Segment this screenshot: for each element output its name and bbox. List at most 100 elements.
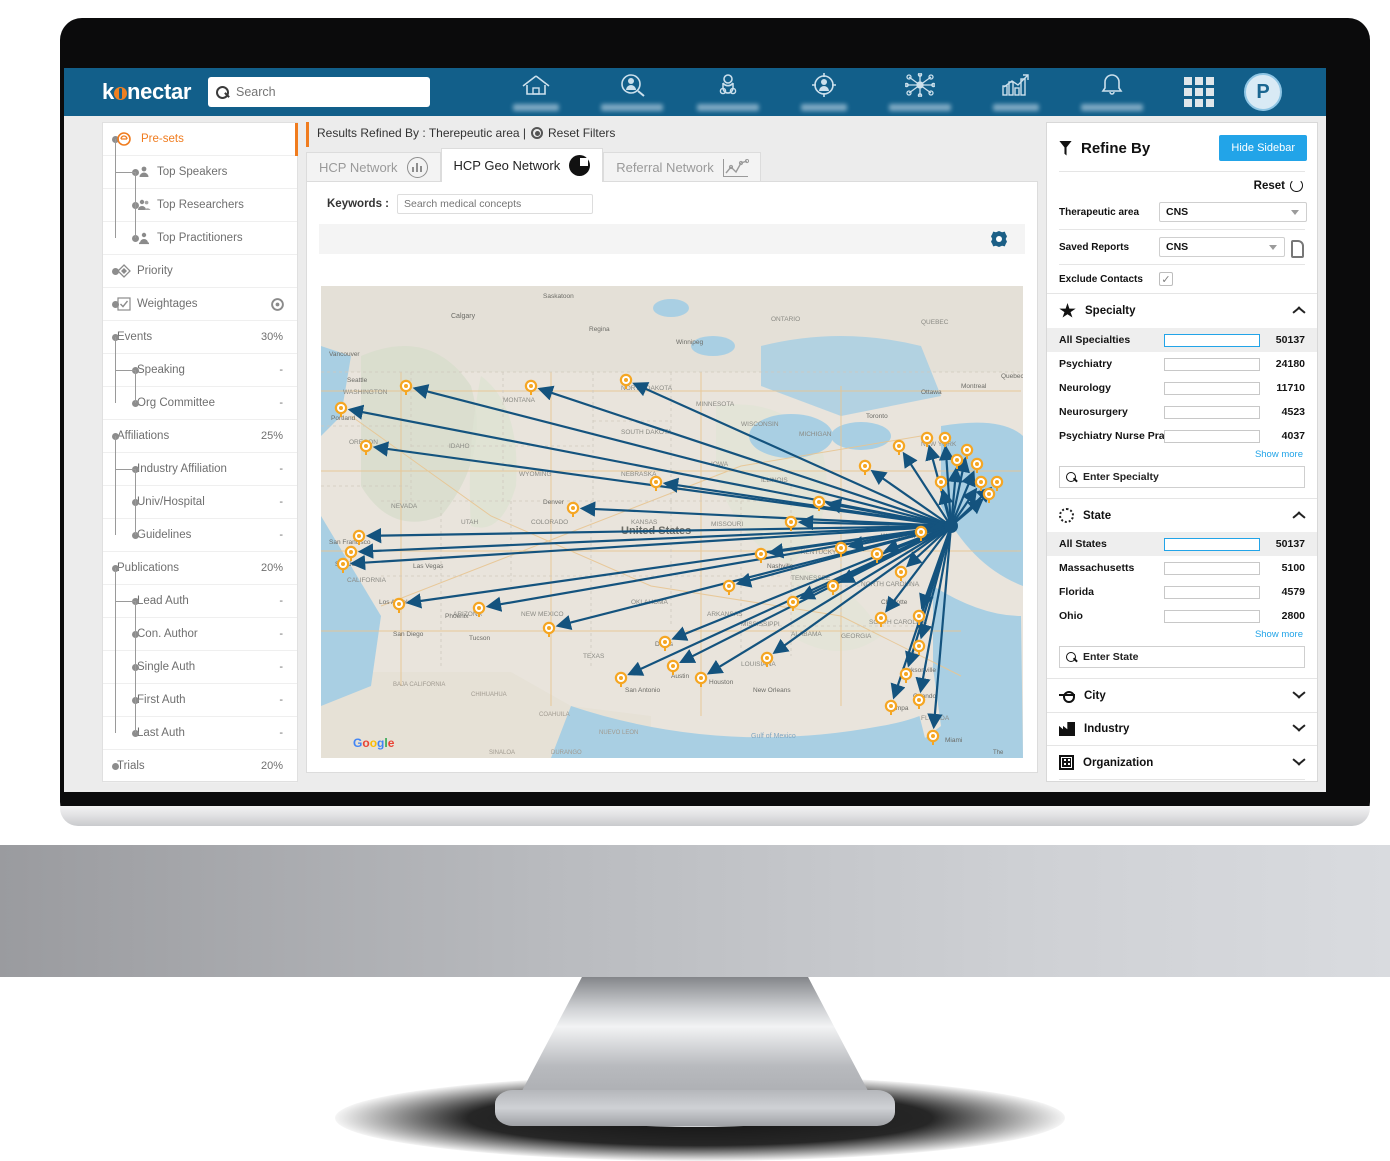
map-label: CHIHUAHUA	[471, 692, 507, 698]
tree-connector	[115, 370, 135, 371]
sidebar-item-value: -	[279, 727, 283, 739]
facet-row[interactable]: Neurology 11710	[1047, 376, 1317, 400]
facet-row[interactable]: Psychiatry 24180	[1047, 352, 1317, 376]
facet-header-organization[interactable]: Organization	[1047, 745, 1317, 779]
exclude-contacts-checkbox[interactable]: ✓	[1159, 272, 1173, 286]
sidebar-item-trials[interactable]: Trials 20%	[103, 750, 297, 783]
sidebar-item-con-author[interactable]: Con. Author -	[103, 618, 297, 651]
global-search[interactable]	[208, 77, 430, 107]
reset-filters-icon[interactable]	[531, 127, 544, 139]
sidebar-item-pre-sets[interactable]: Pre-sets	[103, 123, 298, 156]
facet-search-specialty[interactable]: Enter Specialty	[1059, 466, 1305, 488]
facet-search-placeholder: Enter State	[1083, 651, 1139, 663]
divider	[1059, 779, 1305, 780]
tab-bar: HCP Network HCP Geo Network Referral Net…	[306, 147, 1038, 182]
sidebar-item-affiliations[interactable]: Affiliations 25%	[103, 420, 297, 453]
sidebar-item-univ-hospital[interactable]: Univ/Hospital -	[103, 486, 297, 519]
nav-item-profile-search[interactable]	[584, 68, 680, 116]
tab-hcp-geo-network[interactable]: HCP Geo Network	[440, 148, 604, 182]
facet-header-specialty[interactable]: Specialty	[1047, 293, 1317, 328]
sidebar-item-label: Last Auth	[137, 727, 185, 739]
tab-hcp-network[interactable]: HCP Network	[306, 152, 441, 182]
hide-sidebar-button[interactable]: Hide Sidebar	[1219, 135, 1307, 161]
select-value: CNS	[1166, 241, 1189, 253]
facet-row-name: Neurosurgery	[1059, 406, 1128, 418]
tab-referral-network[interactable]: Referral Network	[603, 152, 761, 182]
main-panel: Results Refined By : Therepeutic area | …	[306, 122, 1038, 792]
sidebar-item-value: 20%	[260, 760, 283, 772]
map-label: IDAHO	[449, 443, 470, 450]
facet-search-placeholder: Enter Specialty	[1083, 471, 1159, 483]
facet-header-industry[interactable]: Industry	[1047, 712, 1317, 745]
sidebar-item-weightages[interactable]: Weightages	[103, 288, 297, 321]
sidebar-item-priority[interactable]: Priority	[103, 255, 297, 288]
active-indicator	[295, 123, 298, 156]
facet-header-state[interactable]: State	[1047, 498, 1317, 532]
facet-bar	[1164, 357, 1261, 371]
sidebar-item-last-auth[interactable]: Last Auth -	[103, 717, 297, 750]
map-label: COLORADO	[531, 519, 568, 526]
app-logo[interactable]: k nectar	[102, 79, 196, 105]
nav-item-home[interactable]	[488, 68, 584, 116]
nav-item-target[interactable]	[776, 68, 872, 116]
nav-item-network[interactable]	[872, 68, 968, 116]
saved-reports-select[interactable]: CNS	[1159, 237, 1285, 257]
monitor-scene: k nectar Search P Pre-sets Top Speakers …	[0, 0, 1390, 1161]
sidebar-item-label: Pre-sets	[141, 133, 184, 145]
search-icon	[1066, 471, 1077, 483]
field-label: Saved Reports	[1059, 241, 1130, 253]
sidebar-item-top-practitioners[interactable]: Top Practitioners	[103, 222, 297, 255]
facet-row-count: 50137	[1275, 334, 1305, 346]
nav-item-doctor[interactable]	[680, 68, 776, 116]
facet-row[interactable]: All Specialties 50137	[1047, 328, 1317, 352]
refine-title: Refine By	[1081, 139, 1151, 157]
save-report-icon[interactable]	[1291, 239, 1307, 258]
therapeutic-area-select[interactable]: CNS	[1159, 202, 1307, 222]
facet-row-name: Psychiatry Nurse Practitioner	[1059, 430, 1165, 442]
map-label: Regina	[589, 326, 610, 333]
chevron-down-icon	[1291, 209, 1299, 215]
sidebar-item-events[interactable]: Events 30%	[103, 321, 297, 354]
speaker-icon	[137, 165, 151, 179]
sidebar-item-single-auth[interactable]: Single Auth -	[103, 651, 297, 684]
sidebar-item-publications[interactable]: Publications 20%	[103, 552, 297, 585]
facet-search-state[interactable]: Enter State	[1059, 646, 1305, 668]
sidebar-item-guidelines[interactable]: Guidelines -	[103, 519, 297, 552]
map-toolbar	[319, 224, 1025, 254]
facet-row[interactable]: Massachusetts 5100	[1047, 556, 1317, 580]
reset-row[interactable]: Reset	[1047, 172, 1317, 195]
nav-item-analytics[interactable]	[968, 68, 1064, 116]
network-nodes-icon	[904, 72, 936, 102]
sidebar-item-org-committee[interactable]: Org Committee -	[103, 387, 297, 420]
sidebar-item-label: First Auth	[137, 694, 186, 706]
map-label: SINALOA	[489, 750, 515, 756]
keywords-row: Keywords :	[307, 182, 1037, 224]
facet-row[interactable]: Neurosurgery 4523	[1047, 400, 1317, 424]
map-label: New Orleans	[753, 687, 791, 694]
facet-header-city[interactable]: City	[1047, 678, 1317, 712]
map-hub-node[interactable]	[944, 519, 958, 533]
nav-item-alerts[interactable]	[1064, 68, 1160, 116]
screen-content: k nectar Search P Pre-sets Top Speakers …	[64, 68, 1326, 792]
facet-title: Industry	[1084, 723, 1130, 735]
search-input[interactable]	[236, 85, 416, 99]
tree-connector	[135, 370, 136, 403]
reset-filters-label[interactable]: Reset Filters	[548, 126, 615, 140]
keywords-input[interactable]	[397, 194, 593, 214]
show-more-state[interactable]: Show more	[1047, 628, 1317, 644]
facet-row[interactable]: Florida 4579	[1047, 580, 1317, 604]
grid-apps-icon[interactable]	[1184, 77, 1214, 107]
facet-row-count: 4579	[1281, 586, 1305, 598]
facet-row-name: All Specialties	[1059, 334, 1131, 346]
sidebar-item-first-auth[interactable]: First Auth -	[103, 684, 297, 717]
avatar[interactable]: P	[1244, 73, 1282, 111]
refine-by-sidebar: Refine By Hide Sidebar Reset Therapeutic…	[1046, 122, 1318, 782]
facet-row[interactable]: Psychiatry Nurse Practitioner 4037	[1047, 424, 1317, 448]
facet-row[interactable]: Ohio 2800	[1047, 604, 1317, 628]
search-icon	[216, 85, 229, 99]
sidebar-item-top-researchers[interactable]: Top Researchers	[103, 189, 297, 222]
hcp-geo-map[interactable]: United States SaskatoonCalgaryReginaWinn…	[321, 286, 1023, 758]
show-more-specialty[interactable]: Show more	[1047, 448, 1317, 464]
facet-row[interactable]: All States 50137	[1047, 532, 1317, 556]
gear-icon[interactable]	[991, 231, 1007, 247]
